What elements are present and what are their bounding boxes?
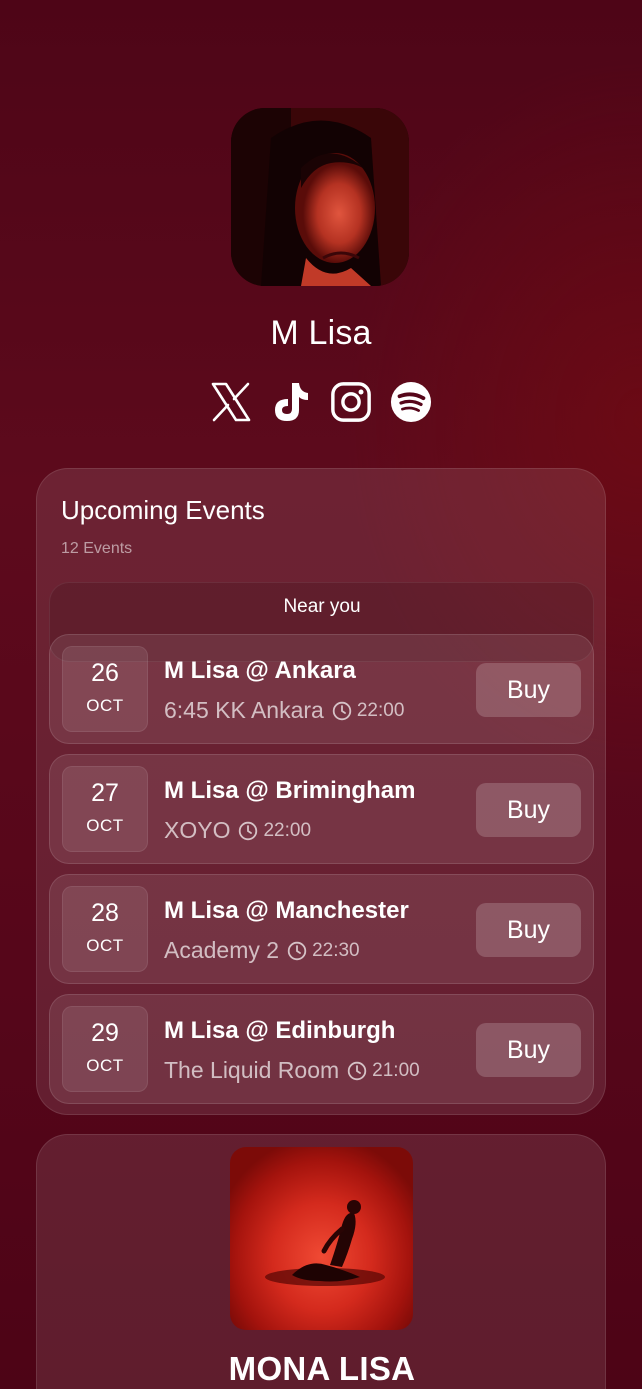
near-you-label: Near you [283, 596, 361, 617]
upcoming-events-card: Upcoming Events 12 Events Near you 26 OC… [36, 468, 606, 1115]
clock-icon [287, 941, 307, 961]
events-count: 12 Events [61, 540, 133, 557]
event-meta: Academy 2 22:30 [164, 937, 360, 964]
event-row[interactable]: 29 OCT M Lisa @ Edinburgh The Liquid Roo… [49, 994, 594, 1104]
event-time: 22:00 [263, 819, 312, 841]
event-venue: Academy 2 [164, 937, 280, 963]
buy-button[interactable]: Buy [476, 663, 581, 717]
event-day: 27 [91, 779, 119, 807]
instagram-icon[interactable] [330, 380, 372, 424]
buy-button[interactable]: Buy [476, 1023, 581, 1077]
event-month: OCT [86, 936, 124, 955]
event-row[interactable]: 26 OCT M Lisa @ Ankara 6:45 KK Ankara 22… [49, 634, 594, 744]
avatar-portrait-image [231, 108, 409, 286]
event-meta: 6:45 KK Ankara 22:00 [164, 697, 404, 724]
event-title: M Lisa @ Ankara [164, 657, 356, 684]
profile-name: M Lisa [270, 314, 372, 352]
event-time: 22:00 [356, 699, 405, 721]
clock-icon [332, 701, 352, 721]
event-day: 26 [91, 659, 119, 687]
event-month: OCT [86, 1056, 124, 1075]
event-meta: The Liquid Room 21:00 [164, 1057, 420, 1084]
event-time: 22:30 [312, 939, 360, 961]
event-title: M Lisa @ Brimingham [164, 777, 416, 804]
event-meta: XOYO 22:00 [164, 817, 311, 844]
event-venue: XOYO [164, 817, 231, 843]
clock-icon [238, 821, 258, 841]
event-date: 27 OCT [62, 766, 148, 852]
event-row[interactable]: 28 OCT M Lisa @ Manchester Academy 2 22:… [49, 874, 594, 984]
spotify-icon[interactable] [390, 380, 432, 424]
event-title: M Lisa @ Manchester [164, 897, 409, 924]
tiktok-icon[interactable] [270, 380, 312, 424]
buy-button[interactable]: Buy [476, 903, 581, 957]
event-venue: 6:45 KK Ankara [164, 697, 324, 723]
profile-avatar [231, 108, 409, 286]
event-month: OCT [86, 816, 124, 835]
release-card[interactable]: MONA LISA [36, 1134, 606, 1389]
event-time: 21:00 [372, 1059, 420, 1081]
x-icon[interactable] [210, 380, 252, 424]
event-month: OCT [86, 696, 124, 715]
release-cover-image [265, 1200, 385, 1286]
event-venue: The Liquid Room [164, 1057, 340, 1083]
release-title: MONA LISA [228, 1350, 416, 1387]
event-date: 29 OCT [62, 1006, 148, 1092]
buy-button[interactable]: Buy [476, 783, 581, 837]
event-date: 26 OCT [62, 646, 148, 732]
event-title: M Lisa @ Edinburgh [164, 1017, 396, 1044]
events-title: Upcoming Events [61, 495, 265, 525]
event-date: 28 OCT [62, 886, 148, 972]
event-day: 29 [91, 1019, 119, 1047]
event-day: 28 [91, 899, 119, 927]
release-cover-art[interactable] [230, 1147, 413, 1330]
event-row[interactable]: 27 OCT M Lisa @ Brimingham XOYO 22:00 Bu… [49, 754, 594, 864]
clock-icon [347, 1061, 367, 1081]
social-links [0, 380, 642, 426]
